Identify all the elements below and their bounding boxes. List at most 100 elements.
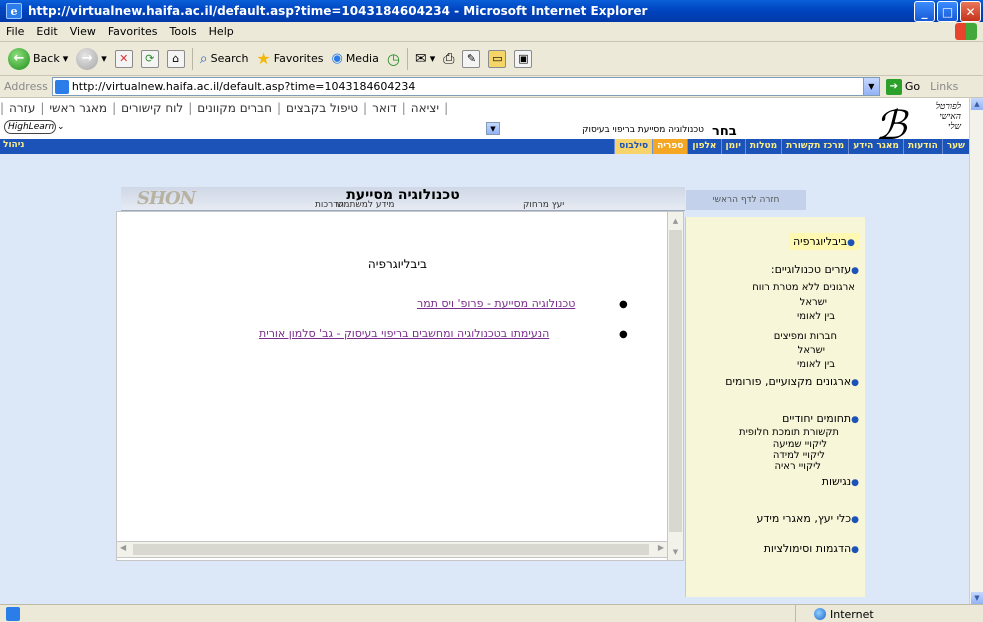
sidebar-companies[interactable]: חברות ומפיצים — [774, 331, 837, 342]
refresh-button[interactable]: ⟳ — [137, 48, 163, 70]
back-button[interactable]: ← Back ▾ — [4, 46, 72, 72]
star-icon: ★ — [256, 49, 271, 68]
menu-view[interactable]: View — [64, 25, 102, 38]
print-button[interactable]: ⎙ — [439, 49, 458, 69]
forward-button[interactable]: → ▾ — [72, 46, 111, 72]
highlearn-logo[interactable]: HighLearn ⌄ — [4, 120, 65, 134]
bibliography-link-1[interactable]: טכנולוגיה מסייעת - פרופ' ויס תמר — [417, 297, 575, 310]
menu-favorites[interactable]: Favorites — [102, 25, 164, 38]
back-home-link[interactable]: חזרה לדף הראשי — [686, 190, 806, 210]
maximize-button[interactable]: □ — [937, 1, 958, 22]
close-button[interactable]: ✕ — [960, 1, 981, 22]
module-messages[interactable]: הודעות — [902, 139, 942, 154]
nav-links-board[interactable]: לוח קישורים — [116, 101, 188, 115]
search-button[interactable]: ⌕ Search — [196, 49, 253, 69]
sidebar-accessibility[interactable]: ●נגישות — [822, 475, 859, 488]
sidebar-nonprofit-intl[interactable]: בין לאומי — [797, 311, 835, 322]
portal-line-1: לפורטל — [935, 102, 961, 112]
admin-link[interactable]: ניהול — [3, 140, 24, 150]
scroll-left-icon[interactable]: ◀ — [120, 543, 126, 552]
sidebar-tech-aids-label: עזרים טכנולוגיים: — [770, 263, 852, 276]
sidebar-companies-israel[interactable]: ישראל — [798, 345, 825, 356]
bibliography-link-2[interactable]: הנעימתו בטכנולוגיה ומחשבים בריפוי בעיסוק… — [259, 327, 549, 340]
mail-icon: ✉ — [414, 50, 427, 67]
sidebar-bibliography[interactable]: ●ביבליוגרפיה — [788, 233, 859, 250]
course-select-value[interactable]: טכנולוגיה מסייעת בריפוי בעיסוק — [556, 125, 704, 135]
sidebar-companies-intl[interactable]: בין לאומי — [797, 359, 835, 370]
module-knowledge[interactable]: מאגר הידע — [848, 139, 903, 154]
scroll-down-icon[interactable]: ▼ — [669, 545, 682, 558]
window-title-bar: e http://virtualnew.haifa.ac.il/default.… — [0, 0, 983, 22]
media-button[interactable]: ◉ Media — [327, 49, 382, 68]
history-button[interactable]: ◷ — [383, 48, 404, 70]
module-nav-bar: ניהול שער הודעות מאגר הידע מרכז תקשורת מ… — [0, 139, 969, 154]
media-icon: ◉ — [331, 51, 343, 66]
module-library[interactable]: ספריה — [652, 139, 688, 154]
minimize-button[interactable]: _ — [914, 1, 935, 22]
module-syllabus[interactable]: סילבוס — [614, 139, 653, 154]
edit-button[interactable]: ✎ — [458, 48, 484, 70]
folder-button[interactable]: ▭ — [484, 48, 510, 70]
nav-online-members[interactable]: חברים מקוונים — [192, 101, 277, 115]
menu-tools[interactable]: Tools — [164, 25, 203, 38]
toolbar-separator — [406, 47, 408, 70]
content-horizontal-scrollbar[interactable]: ◀ ▶ — [116, 541, 668, 558]
sidebar-nonprofit[interactable]: ארגונים ללא מטרת רווח — [752, 282, 855, 293]
nav-mail[interactable]: דואר — [367, 101, 402, 115]
module-communication[interactable]: מרכז תקשורת — [781, 139, 848, 154]
tab-remote-advice[interactable]: יעץ מרחוק — [523, 200, 564, 210]
address-url[interactable]: http://virtualnew.haifa.ac.il/default.as… — [72, 80, 863, 93]
menu-file[interactable]: File — [0, 25, 30, 38]
home-button[interactable]: ⌂ — [163, 48, 189, 70]
messenger-button[interactable]: ▣ — [510, 48, 536, 70]
sidebar-demos[interactable]: ●הדגמות וסימולציות — [764, 542, 859, 555]
menu-help[interactable]: Help — [203, 25, 240, 38]
module-assignments[interactable]: מטלות — [744, 139, 781, 154]
sidebar-tech-aids[interactable]: ●עזרים טכנולוגיים: — [771, 263, 859, 276]
sidebar-consult[interactable]: ●כלי יעץ, מאגרי מידע — [756, 512, 859, 525]
sidebar-hearing[interactable]: ליקויי שמיעה — [773, 439, 827, 450]
nav-main-repository[interactable]: מאגר ראשי — [44, 101, 112, 115]
hscroll-thumb[interactable] — [133, 544, 649, 555]
back-dropdown-icon[interactable]: ▾ — [63, 52, 69, 65]
stop-button[interactable]: ✕ — [111, 48, 137, 70]
scroll-up-icon[interactable]: ▲ — [669, 214, 682, 227]
mail-dropdown-icon[interactable]: ▾ — [430, 52, 436, 65]
home-icon: ⌂ — [166, 49, 185, 68]
scroll-thumb[interactable] — [669, 230, 682, 532]
sidebar-special[interactable]: ●תחומים יחודיים — [782, 412, 859, 425]
forward-dropdown-icon[interactable]: ▾ — [101, 52, 107, 65]
tab-user-info[interactable]: מידע למשתמש — [337, 200, 395, 210]
mail-button[interactable]: ✉ ▾ — [411, 49, 439, 69]
page-scroll-up-icon[interactable]: ▲ — [971, 98, 983, 110]
go-button[interactable]: ➔ Go — [885, 78, 920, 95]
nav-exit[interactable]: יציאה — [406, 101, 444, 115]
history-icon: ◷ — [386, 49, 400, 68]
favorites-button[interactable]: ★ Favorites — [252, 47, 327, 70]
page-vertical-scrollbar[interactable]: ▲ ▼ — [969, 98, 983, 604]
sidebar-aac[interactable]: תקשורת תומכת חלופית — [739, 427, 839, 438]
module-gate[interactable]: שער — [941, 139, 969, 154]
address-dropdown-icon[interactable]: ▼ — [862, 78, 879, 95]
sidebar-professional[interactable]: ●ארגונים מקצועיים, פורומים — [725, 375, 859, 388]
content-vertical-scrollbar[interactable]: ▲ ▼ — [667, 211, 684, 561]
nav-help[interactable]: עזרה — [4, 101, 40, 115]
sidebar-special-label: תחומים יחודיים — [782, 412, 852, 425]
module-directory[interactable]: אלפון — [687, 139, 720, 154]
toolbar-separator — [191, 47, 193, 70]
tab-guides[interactable]: הדרכות — [315, 200, 344, 210]
sidebar-nonprofit-israel[interactable]: ישראל — [800, 297, 827, 308]
menu-edit[interactable]: Edit — [30, 25, 63, 38]
links-button[interactable]: Links — [930, 80, 958, 93]
globe-icon — [814, 608, 826, 620]
sidebar-vision[interactable]: ליקויי ראיה — [775, 461, 822, 472]
address-field[interactable]: http://virtualnew.haifa.ac.il/default.as… — [51, 77, 880, 96]
nav-files[interactable]: טיפול בקבצים — [281, 101, 363, 115]
forward-arrow-icon: → — [76, 47, 99, 70]
page-scroll-down-icon[interactable]: ▼ — [971, 592, 983, 604]
sidebar-learning[interactable]: ליקויי למידה — [773, 450, 825, 461]
course-select-dropdown-icon[interactable]: ▼ — [486, 122, 500, 135]
scroll-right-icon[interactable]: ▶ — [658, 543, 664, 552]
module-calendar[interactable]: יומן — [720, 139, 745, 154]
favorites-label: Favorites — [273, 52, 324, 65]
